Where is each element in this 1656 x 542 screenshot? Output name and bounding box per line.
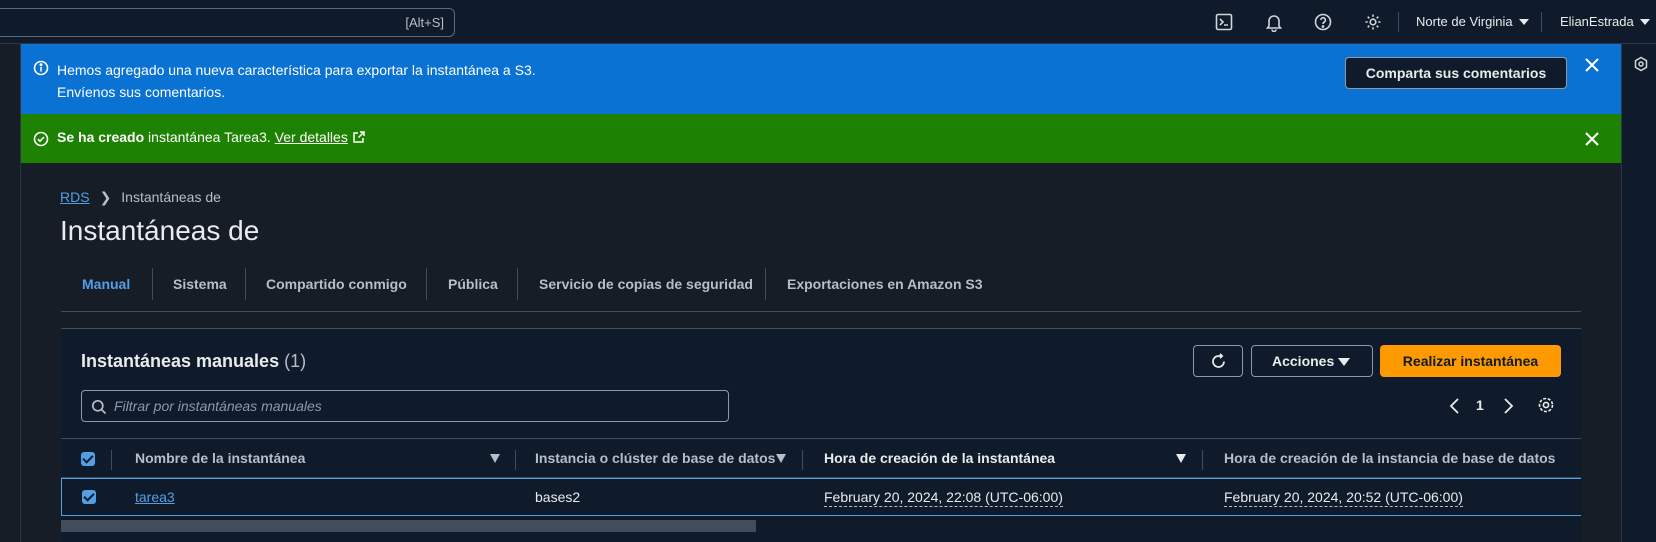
tools-panel-icon[interactable] [1633,56,1649,72]
close-icon[interactable] [1584,131,1600,147]
success-flashbar: Se ha creado instantánea Tarea3. Ver det… [21,114,1621,163]
sort-icon[interactable] [776,454,786,463]
db-instance-cell: bases2 [535,489,581,505]
notifications-icon[interactable] [1264,12,1284,33]
horizontal-scrollbar[interactable] [61,518,1581,534]
scrollbar-thumb[interactable] [61,520,756,532]
filter-field[interactable] [81,390,729,422]
top-navigation-bar: [Alt+S] Norte de Virginia ElianEstrada [0,0,1656,44]
row-select-checkbox[interactable] [82,490,96,504]
breadcrumb: RDS ❯ Instantáneas de [60,189,221,206]
tab-divider [152,268,153,300]
user-label: ElianEstrada [1560,14,1634,29]
left-navigation-rail[interactable] [0,44,21,542]
close-icon[interactable] [1584,57,1600,73]
info-flashbar: Hemos agregado una nueva característica … [21,44,1621,114]
search-shortcut-hint: [Alt+S] [405,15,444,30]
account-menu[interactable]: ElianEstrada [1560,14,1650,29]
take-snapshot-button[interactable]: Realizar instantánea [1380,345,1561,377]
tab-backup-service[interactable]: Servicio de copias de seguridad [539,268,753,302]
tab-exports-s3[interactable]: Exportaciones en Amazon S3 [787,268,983,302]
column-header-instance-creation-time[interactable]: Hora de creación de la instancia de base… [1224,450,1555,466]
success-message-text: instantánea Tarea3. [144,129,275,145]
caret-down-icon [1338,358,1350,366]
table-header-title: Instantáneas manuales (1) [81,351,306,372]
table-count: (1) [284,351,307,371]
table-row[interactable]: tarea3 bases2 February 20, 2024, 22:08 (… [61,478,1581,516]
topbar-divider [1541,12,1542,32]
settings-icon[interactable] [1363,12,1383,32]
snapshot-name-link[interactable]: tarea3 [135,489,175,505]
tab-divider [245,268,246,300]
column-header-snapshot-name[interactable]: Nombre de la instantánea [135,450,305,466]
info-message-line: Hemos agregado una nueva característica … [57,62,536,78]
chevron-right-icon: ❯ [99,189,112,205]
filter-input[interactable] [114,395,714,417]
refresh-icon [1212,353,1225,368]
success-check-icon [33,131,49,147]
feedback-button[interactable]: Comparta sus comentarios [1345,57,1567,89]
sort-icon[interactable] [490,454,500,463]
region-selector[interactable]: Norte de Virginia [1416,14,1529,29]
tab-divider [517,268,518,300]
chevron-down-icon [1639,19,1650,25]
success-message: Se ha creado instantánea Tarea3. Ver det… [57,129,366,145]
region-label: Norte de Virginia [1416,14,1513,29]
search-input[interactable]: [Alt+S] [0,8,455,37]
tab-public[interactable]: Pública [448,268,498,302]
table-title: Instantáneas manuales [81,351,280,371]
tab-divider [765,268,766,300]
breadcrumb-rds-link[interactable]: RDS [60,189,90,205]
topbar-divider [1398,12,1399,32]
right-tools-rail [1621,44,1656,542]
info-message-line: Envíenos sus comentarios. [57,84,226,100]
column-divider [111,450,112,470]
info-icon [33,60,49,76]
refresh-button[interactable] [1193,345,1243,377]
external-link-icon[interactable] [352,130,366,144]
cloudshell-icon[interactable] [1214,12,1234,32]
tab-system[interactable]: Sistema [173,268,227,302]
sort-descending-icon[interactable] [1176,454,1186,463]
breadcrumb-current: Instantáneas de [121,189,221,205]
chevron-right-icon[interactable] [1500,397,1516,415]
actions-label: Acciones [1272,353,1335,369]
help-icon[interactable] [1313,12,1333,32]
column-divider [1202,450,1203,470]
tab-shared-with-me[interactable]: Compartido conmigo [266,268,407,302]
instance-time-cell: February 20, 2024, 20:52 (UTC-06:00) [1224,489,1463,507]
column-divider [515,450,516,470]
page-title: Instantáneas de [60,215,260,246]
search-icon [91,399,107,415]
column-header-snapshot-creation-time[interactable]: Hora de creación de la instantánea [824,450,1055,466]
column-header-db-instance[interactable]: Instancia o clúster de base de datos [535,450,775,466]
table-header-row: Nombre de la instantánea Instancia o clú… [61,438,1581,478]
preferences-gear-icon[interactable] [1537,396,1555,414]
tab-divider [426,268,427,300]
column-divider [802,450,803,470]
tab-manual[interactable]: Manual [82,268,130,302]
actions-dropdown-button[interactable]: Acciones [1251,345,1373,377]
info-message: Hemos agregado una nueva característica … [57,59,536,103]
select-all-checkbox[interactable] [81,452,95,466]
tab-list: Manual Sistema Compartido conmigo Públic… [61,268,1581,312]
chevron-left-icon[interactable] [1447,397,1463,415]
current-page-number[interactable]: 1 [1476,397,1484,413]
success-message-bold: Se ha creado [57,129,145,145]
chevron-down-icon [1518,19,1529,25]
snapshot-time-cell: February 20, 2024, 22:08 (UTC-06:00) [824,489,1063,507]
manual-snapshots-table-container: Instantáneas manuales (1) Acciones Reali… [61,328,1581,542]
view-details-link[interactable]: Ver detalles [275,129,348,145]
